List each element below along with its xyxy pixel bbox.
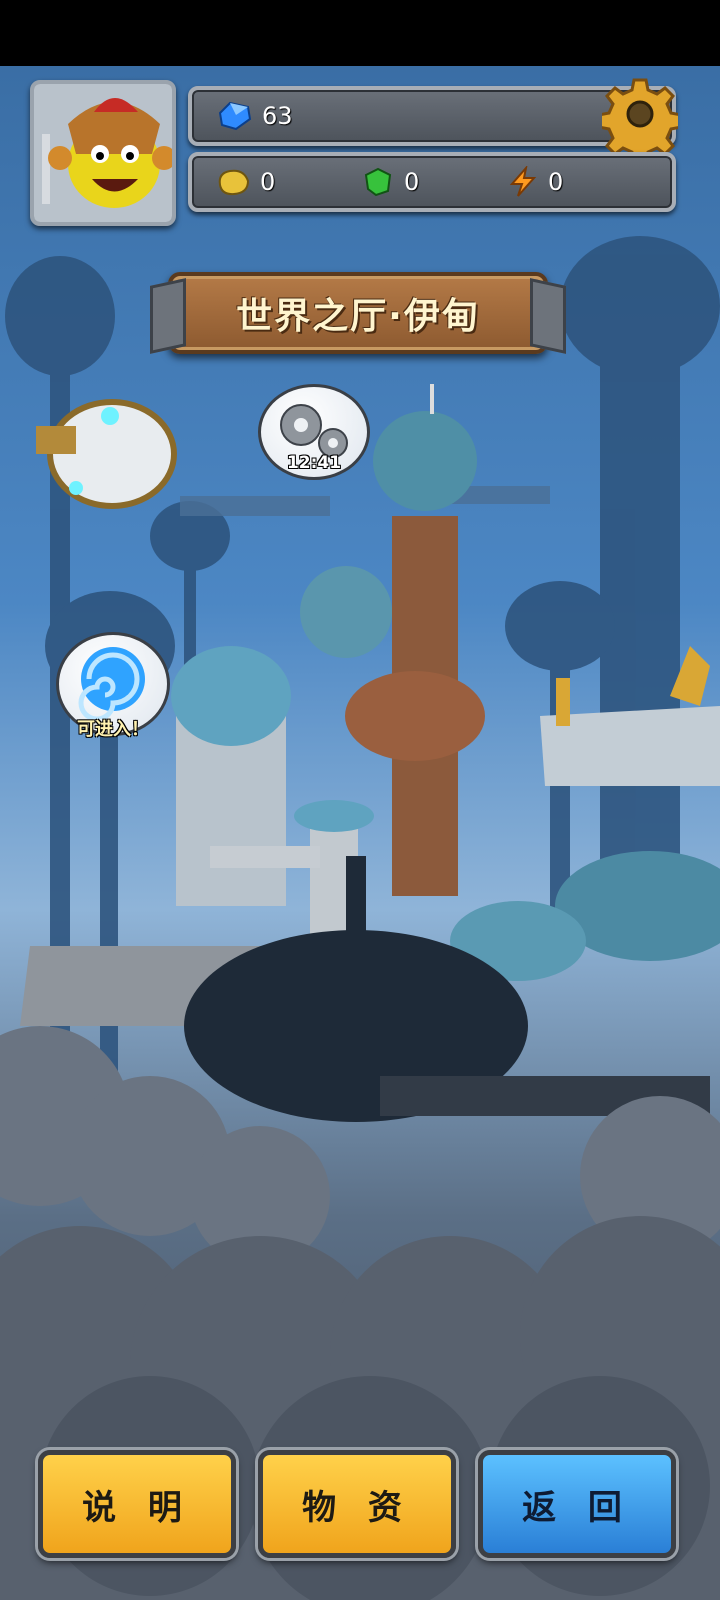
resource-bar: 0 0 0 [188,152,676,212]
resource-energy: 0 [508,166,563,198]
help-button[interactable]: 说 明 [38,1450,236,1558]
help-button-label: 说 明 [82,1487,192,1528]
supplies-button[interactable]: 物 资 [258,1450,456,1558]
back-button[interactable]: 返 回 [478,1450,676,1558]
portal-label: 可进入！ [77,719,149,740]
blue-gem-icon [218,101,252,131]
status-bar [0,0,720,66]
lightning-energy-icon [509,166,537,197]
portal-bubble[interactable]: 可进入！ [56,632,170,740]
energy-count: 0 [548,168,564,196]
location-title: 世界之厅·伊甸 [236,296,480,337]
gold-ore-icon [218,169,250,196]
gold-count: 0 [260,168,276,196]
settings-button[interactable] [597,76,683,164]
portal-swirl-icon [78,647,145,719]
gem-counter: 63 [216,100,293,132]
green-crystal-icon [364,167,392,197]
workshop-timer: 12:41 [286,453,342,473]
resource-crystal: 0 [362,166,419,198]
player-avatar[interactable] [30,80,176,226]
crystal-count: 0 [404,168,420,196]
gem-counter-bar: 63 [188,78,683,164]
gem-count: 63 [262,102,293,130]
resource-gold: 0 [216,166,275,198]
workshop-bubble[interactable]: 12:41 [258,384,370,480]
gear-icon [597,78,683,164]
hero-portrait-icon [34,84,172,222]
location-title-plaque: 世界之厅·伊甸 [150,272,566,354]
back-button-label: 返 回 [522,1487,632,1528]
supplies-button-label: 物 资 [302,1487,412,1528]
game-scene: 63 0 0 0 世界之厅·伊甸 12:41 可进入！ 说 明 物 资 返 回 [0,66,720,1600]
